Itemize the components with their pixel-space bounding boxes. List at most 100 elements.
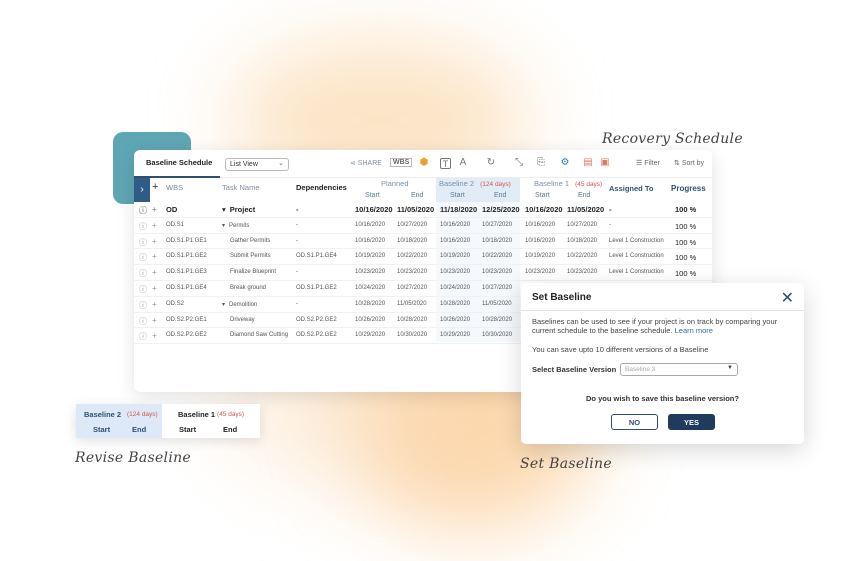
filter-button[interactable]: ☰ Filter xyxy=(636,159,660,167)
tab-baseline-schedule[interactable]: Baseline Schedule xyxy=(134,150,220,178)
filter-icon: ☰ xyxy=(636,160,643,167)
add-subtask-icon[interactable]: + xyxy=(152,300,157,309)
baseline1-days: (45 days) xyxy=(575,181,603,188)
table-row[interactable]: ⓘ + OD.S1 - 10/16/2020 10/27/2020 10/16/2020 10… xyxy=(134,218,712,234)
planned-end-cell: 10/30/2020 xyxy=(397,332,428,339)
collapse-icon[interactable]: ⤡ xyxy=(512,156,526,170)
wbs-button[interactable]: WBS xyxy=(390,158,413,167)
column-header-task[interactable]: Task Name xyxy=(222,183,260,192)
collapse-caret-icon[interactable]: ▾ xyxy=(222,205,226,214)
collapse-caret-icon[interactable]: ▾ xyxy=(222,223,225,229)
info-icon[interactable]: ⓘ xyxy=(139,221,147,232)
baseline2-start-header: Start xyxy=(450,192,465,199)
column-header-wbs[interactable]: WBS xyxy=(166,183,183,192)
toolbar: Baseline Schedule List View ⌄ ⋖ SHARE WB… xyxy=(134,150,712,178)
text-icon[interactable]: T xyxy=(440,158,451,169)
planned-end-cell: 10/22/2020 xyxy=(397,253,428,260)
info-icon[interactable]: ⓘ xyxy=(139,252,147,263)
task-name-cell[interactable]: ▾ Project xyxy=(222,205,255,214)
mini-baseline2-days: (124 days) xyxy=(127,411,158,418)
baseline1-end-cell: 10/27/2020 xyxy=(567,221,598,228)
add-row-icon[interactable]: + xyxy=(152,181,158,193)
task-name-cell[interactable]: ▾ Demolition xyxy=(222,301,257,308)
task-name-cell[interactable]: Gather Permits xyxy=(222,238,270,244)
update-icon[interactable]: ↻ xyxy=(484,156,498,170)
settings-icon[interactable]: ⚙ xyxy=(558,156,572,170)
add-subtask-icon[interactable]: + xyxy=(152,237,157,246)
mini-baseline1-label[interactable]: Baseline 1 xyxy=(178,410,215,419)
add-subtask-icon[interactable]: + xyxy=(152,331,157,340)
column-header-assigned[interactable]: Assigned To xyxy=(609,184,653,193)
table-row[interactable]: ⓘ + OD - 10/16/2020 11/05/2020 11/18/2020 12/25… xyxy=(134,202,712,218)
info-icon[interactable]: ⓘ xyxy=(139,284,147,295)
add-subtask-icon[interactable]: + xyxy=(152,316,157,325)
add-subtask-icon[interactable]: + xyxy=(152,221,157,230)
dependency-cell: OD.S2.P2.GE2 xyxy=(296,332,337,339)
learn-more-link[interactable]: Learn more xyxy=(675,326,713,335)
pdf-icon[interactable]: ▤ xyxy=(581,156,595,170)
task-name-cell[interactable]: ▾ Permits xyxy=(222,222,249,229)
info-icon[interactable]: ⓘ xyxy=(139,316,147,327)
mini-baseline2-label[interactable]: Baseline 2 xyxy=(84,410,121,419)
column-header-baseline2[interactable]: Baseline 2 (124 days) xyxy=(439,179,511,188)
yes-button[interactable]: YES xyxy=(668,414,715,430)
no-button[interactable]: NO xyxy=(611,414,658,430)
add-subtask-icon[interactable]: + xyxy=(152,284,157,293)
baseline-version-placeholder: Baseline 3 xyxy=(625,366,656,373)
add-subtask-icon[interactable]: + xyxy=(152,252,157,261)
baseline1-start-header: Start xyxy=(535,192,550,199)
save-icon[interactable]: ▣ xyxy=(598,156,612,170)
baseline2-start-cell: 10/24/2020 xyxy=(440,284,471,291)
column-header-planned[interactable]: Planned xyxy=(381,179,409,188)
task-name-cell[interactable]: Driveway xyxy=(222,317,255,323)
info-icon[interactable]: ⓘ xyxy=(139,331,147,342)
expand-panel-button[interactable]: › xyxy=(134,178,150,202)
collapse-caret-icon[interactable]: ▾ xyxy=(222,302,225,308)
baseline2-end-cell: 10/28/2020 xyxy=(482,316,513,323)
task-name-cell[interactable]: Submit Permits xyxy=(222,253,271,259)
info-icon[interactable]: ⓘ xyxy=(139,300,147,311)
info-icon[interactable]: ⓘ xyxy=(139,268,147,279)
share-button[interactable]: ⋖ SHARE xyxy=(350,159,382,167)
task-name-text: Submit Permits xyxy=(230,253,271,260)
view-select[interactable]: List View ⌄ xyxy=(225,158,289,171)
task-name-cell[interactable]: Diamond Saw Cutting xyxy=(222,332,288,338)
wbs-cell: OD xyxy=(166,205,178,214)
add-subtask-icon[interactable]: + xyxy=(152,268,157,277)
caption-set-baseline: Set Baseline xyxy=(520,456,612,472)
info-icon[interactable]: ⓘ xyxy=(139,205,147,216)
baseline1-start-cell: 10/16/2020 xyxy=(525,237,556,244)
table-row[interactable]: ⓘ + OD.S1.P1.GE2 OD.S1.P1.GE4 10/19/2020 10/2… xyxy=(134,249,712,266)
baseline1-end-cell: 10/22/2020 xyxy=(567,253,598,260)
planned-end-cell: 10/23/2020 xyxy=(397,269,428,276)
font-icon[interactable]: A xyxy=(456,156,470,170)
task-name-text: Project xyxy=(229,205,256,214)
close-icon[interactable]: ✕ xyxy=(781,288,794,308)
paint-icon[interactable]: ⎘ xyxy=(534,156,548,170)
column-header-baseline1[interactable]: Baseline 1 (45 days) xyxy=(534,179,602,188)
table-row[interactable]: ⓘ + OD.S1.P1.GE1 - 10/16/2020 10/18/2020 10/16… xyxy=(134,234,712,250)
task-name-cell[interactable]: Break ground xyxy=(222,285,266,291)
column-header-dependencies[interactable]: Dependencies xyxy=(296,183,347,192)
progress-cell: 100 % xyxy=(675,221,697,231)
add-subtask-icon[interactable]: + xyxy=(152,205,157,214)
progress-cell: 100 % xyxy=(675,237,697,247)
baseline2-end-cell: 10/23/2020 xyxy=(482,269,513,276)
dialog-question: Do you wish to save this baseline versio… xyxy=(586,394,739,403)
planned-start-cell: 10/28/2020 xyxy=(355,300,386,307)
baseline-version-select[interactable]: Baseline 3 ▼ xyxy=(620,363,738,376)
wbs-cell: OD.S1.P1.GE3 xyxy=(166,269,207,276)
baseline1-start-cell: 10/16/2020 xyxy=(525,221,556,228)
planned-end-cell: 11/05/2020 xyxy=(397,300,427,307)
filter-label: Filter xyxy=(644,160,660,167)
column-header-progress[interactable]: Progress xyxy=(671,184,706,193)
info-icon[interactable]: ⓘ xyxy=(139,237,147,248)
baseline2-end-cell: 10/30/2020 xyxy=(482,332,513,339)
planned-start-cell: 10/19/2020 xyxy=(355,253,386,260)
planned-start-cell: 10/16/2020 xyxy=(355,221,386,228)
dependency-cell: - xyxy=(296,300,298,307)
cube-icon[interactable]: ⬢ xyxy=(417,156,431,170)
table-row[interactable]: ⓘ + OD.S1.P1.GE3 - 10/23/2020 10/23/2020 10/23… xyxy=(134,265,712,281)
task-name-cell[interactable]: Finalize Blueprint xyxy=(222,269,276,275)
sort-button[interactable]: ⇅ Sort by xyxy=(674,159,704,167)
